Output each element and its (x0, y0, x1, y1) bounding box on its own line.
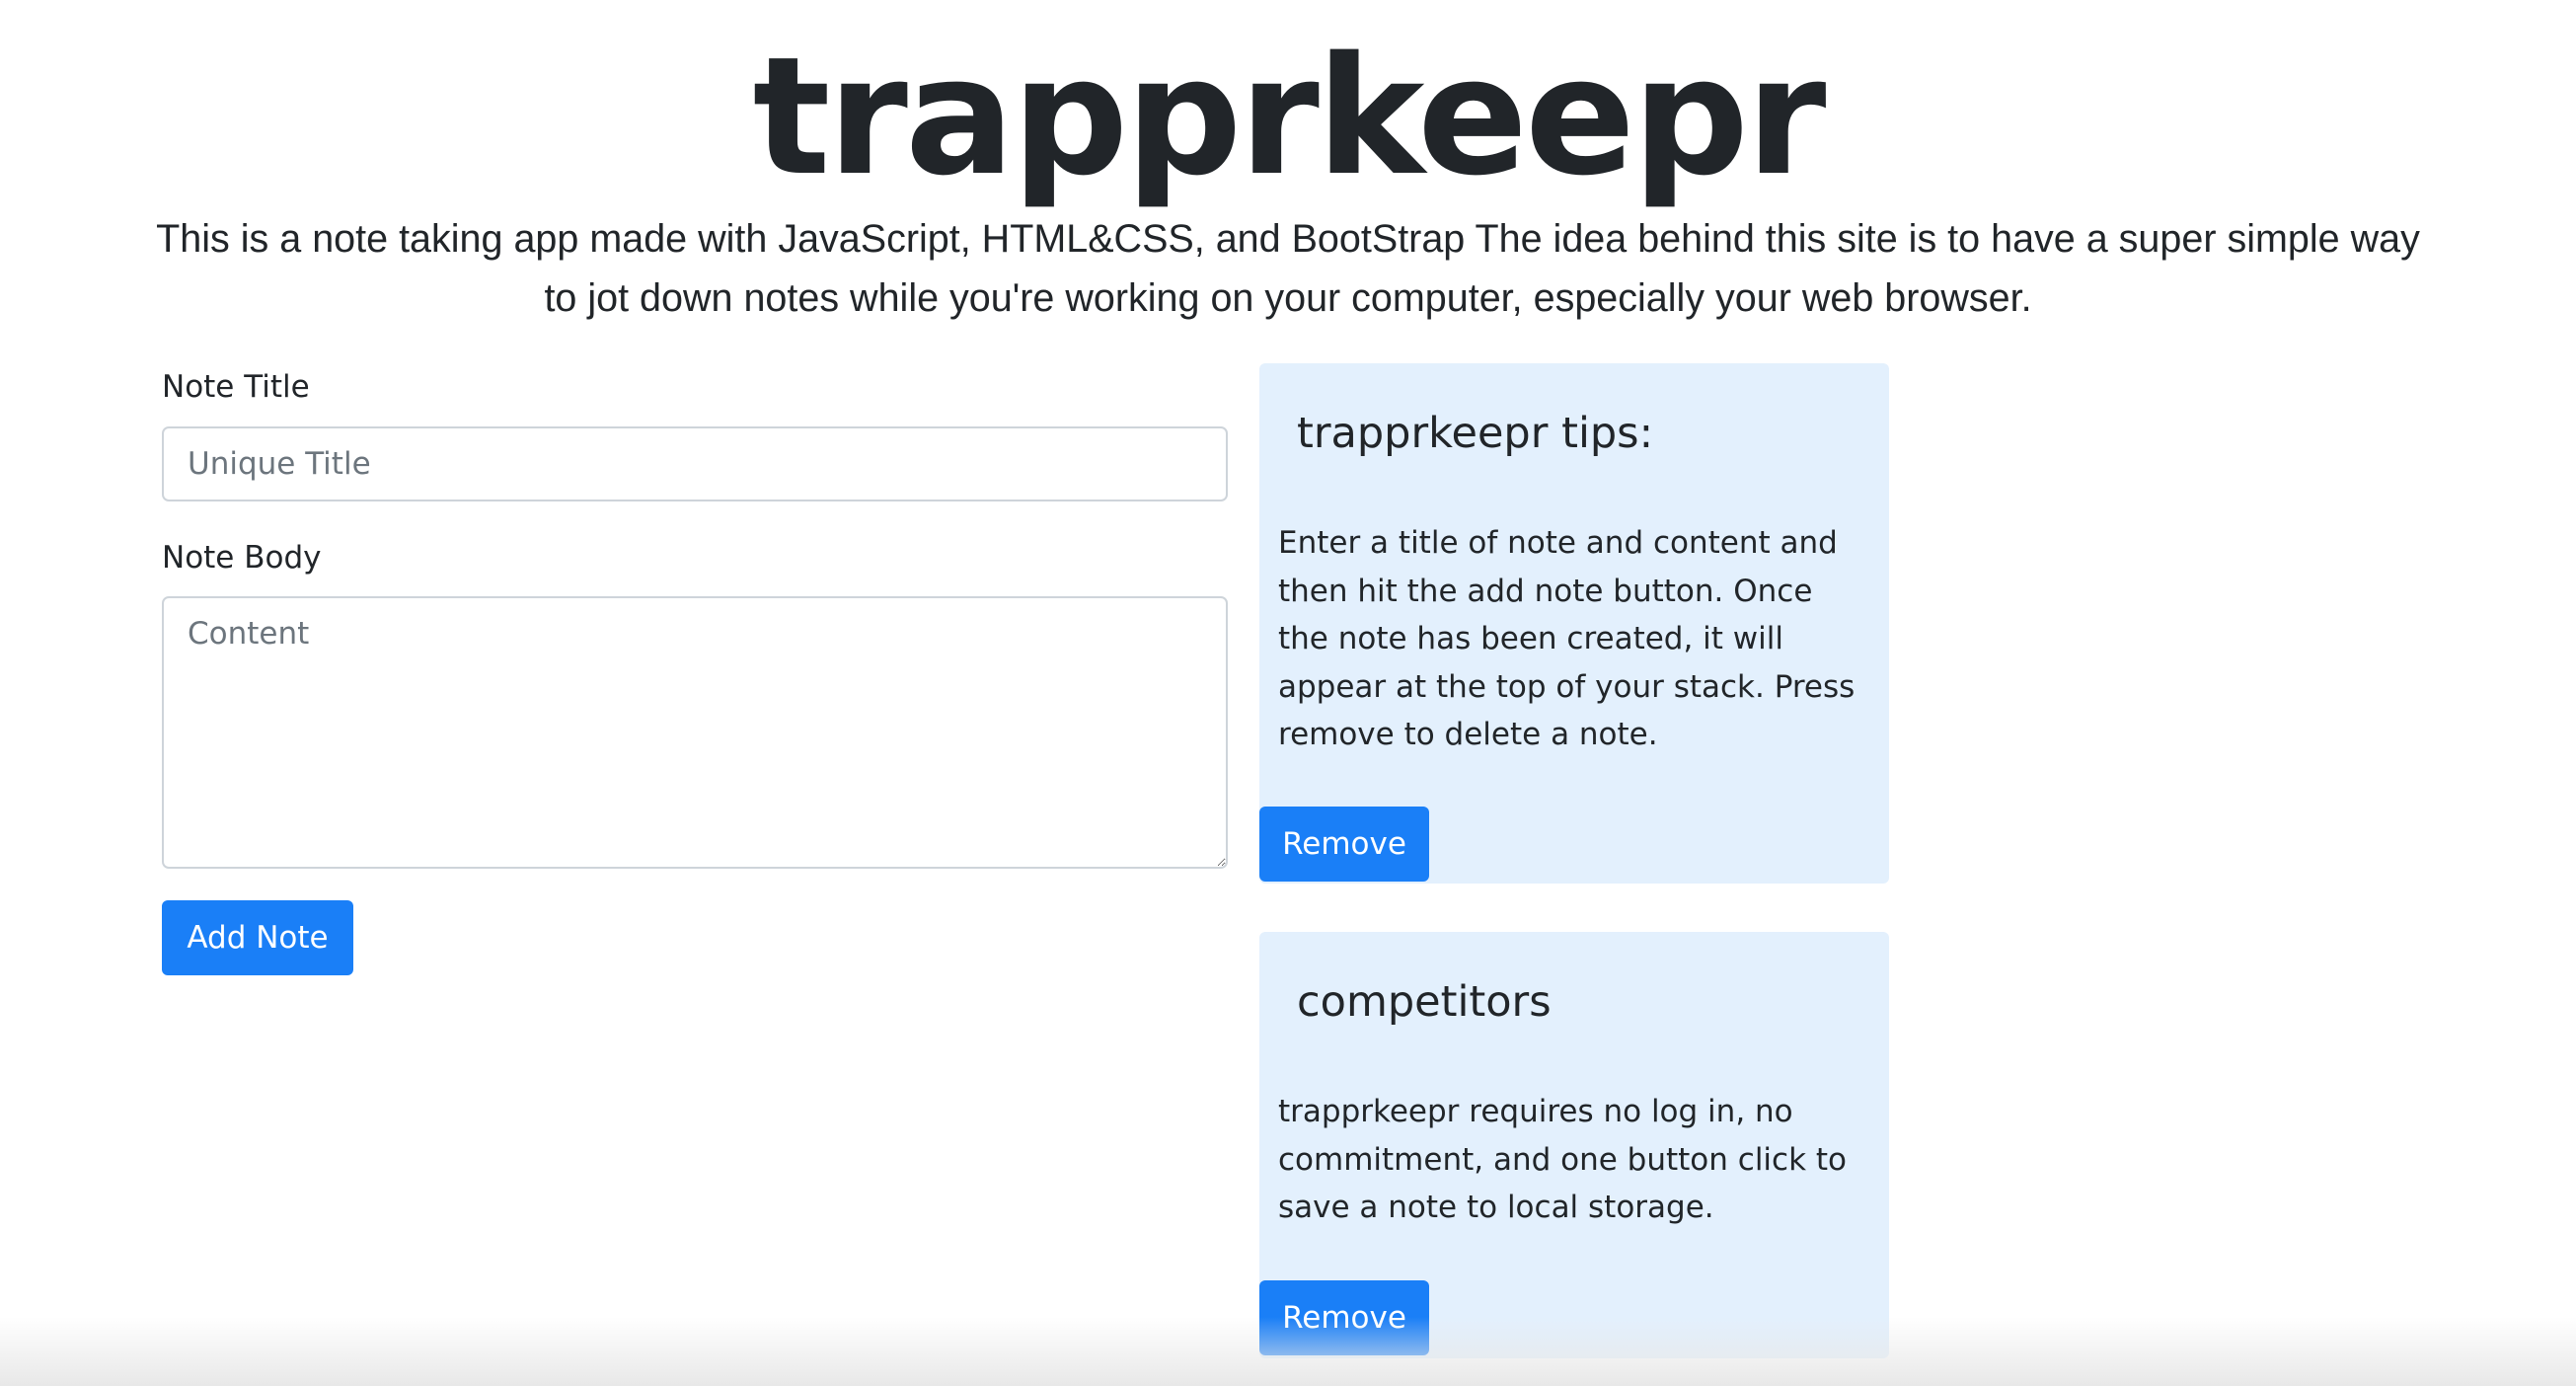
remove-note-button[interactable]: Remove (1259, 807, 1429, 882)
app-logo: trapprkeepr (752, 22, 1827, 211)
note-card-title: trapprkeepr tips: (1297, 409, 1654, 458)
bottom-edge-shadow (0, 1317, 2576, 1386)
note-body-label: Note Body (162, 540, 322, 576)
note-title-label: Note Title (162, 369, 310, 405)
note-title-input[interactable] (162, 426, 1228, 501)
intro-text: This is a note taking app made with Java… (156, 217, 2420, 320)
note-card: trapprkeepr tips: Enter a title of note … (1259, 363, 1889, 884)
note-body-textarea[interactable] (162, 596, 1228, 869)
note-card-body: Enter a title of note and content and th… (1278, 525, 1856, 752)
note-card: competitors trapprkeepr requires no log … (1259, 932, 1889, 1358)
note-card-body: trapprkeepr requires no log in, no commi… (1278, 1094, 1848, 1225)
note-card-title: competitors (1297, 977, 1552, 1027)
add-note-button[interactable]: Add Note (162, 900, 353, 975)
